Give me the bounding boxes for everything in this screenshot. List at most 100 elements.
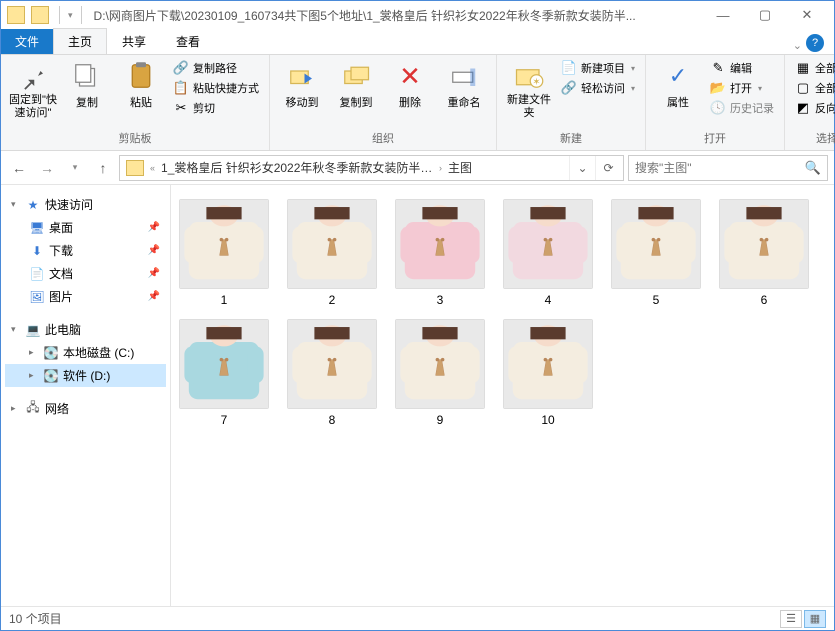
properties-button[interactable]: ✓ 属性 (652, 59, 704, 112)
pin-icon: 📌 (148, 222, 160, 233)
sidebar-item-drive-d[interactable]: ▸💽软件 (D:) (5, 364, 166, 387)
breadcrumb-item[interactable]: 1_裳格皇后 针织衫女2022年秋冬季新款女装防半高领... (157, 159, 437, 176)
group-organize: 移动到 复制到 ✕ 删除 重命名 组织 (270, 55, 497, 150)
search-icon[interactable]: 🔍 (805, 160, 821, 176)
select-all-button[interactable]: ▦全部选择 (791, 59, 835, 77)
qat-dropdown-icon[interactable]: ▾ (68, 10, 73, 21)
rename-button[interactable]: 重命名 (438, 59, 490, 112)
sidebar-item-quick-access[interactable]: ▾★快速访问 (5, 193, 166, 216)
paste-button[interactable]: 粘贴 (115, 59, 167, 112)
forward-button[interactable]: → (35, 156, 59, 180)
minimize-ribbon-icon[interactable]: ⌄ (793, 39, 802, 52)
invert-icon: ◩ (795, 100, 811, 116)
sidebar-item-this-pc[interactable]: ▾💻此电脑 (5, 318, 166, 341)
easy-access-button[interactable]: 🔗轻松访问▾ (557, 79, 639, 97)
pc-icon: 💻 (25, 322, 41, 338)
select-none-button[interactable]: ▢全部取消 (791, 79, 835, 97)
main-area: ▾★快速访问 🖥桌面📌 ⬇下载📌 📄文档📌 🖼图片📌 ▾💻此电脑 ▸💽本地磁盘 … (1, 185, 834, 606)
documents-icon: 📄 (29, 266, 45, 282)
navbar: ← → ▾ ↑ « 1_裳格皇后 针织衫女2022年秋冬季新款女装防半高领...… (1, 151, 834, 185)
tab-view[interactable]: 查看 (161, 28, 215, 54)
file-thumbnail[interactable]: 9 (395, 319, 485, 427)
sidebar-item-desktop[interactable]: 🖥桌面📌 (5, 216, 166, 239)
file-thumbnail[interactable]: 10 (503, 319, 593, 427)
refresh-button[interactable]: ⟳ (595, 156, 621, 180)
copy-icon (72, 61, 102, 91)
copy-path-button[interactable]: 🔗复制路径 (169, 59, 263, 77)
move-to-button[interactable]: 移动到 (276, 59, 328, 112)
group-open: ✓ 属性 ✎编辑 📂打开▾ 🕓历史记录 打开 (646, 55, 785, 150)
chevron-icon[interactable]: › (437, 163, 444, 173)
copy-to-button[interactable]: 复制到 (330, 59, 382, 112)
chevron-icon[interactable]: « (148, 163, 157, 173)
new-folder-button[interactable]: ✶ 新建文件夹 (503, 59, 555, 122)
group-label: 剪贴板 (119, 128, 152, 148)
search-box[interactable]: 🔍 (628, 155, 828, 181)
details-view-button[interactable]: ☰ (780, 610, 802, 628)
sidebar-item-downloads[interactable]: ⬇下载📌 (5, 239, 166, 262)
file-thumbnail[interactable]: 7 (179, 319, 269, 427)
thumbnail-image (719, 199, 809, 289)
new-item-icon: 📄 (561, 60, 577, 76)
file-thumbnail[interactable]: 5 (611, 199, 701, 307)
drive-icon: 💽 (43, 345, 59, 361)
cut-icon: ✂ (173, 100, 189, 116)
edit-button[interactable]: ✎编辑 (706, 59, 778, 77)
file-name: 1 (221, 293, 228, 307)
recent-locations-button[interactable]: ▾ (63, 156, 87, 180)
file-thumbnail[interactable]: 6 (719, 199, 809, 307)
thumbnails-view-button[interactable]: ▦ (804, 610, 826, 628)
tab-file[interactable]: 文件 (1, 29, 53, 54)
file-list[interactable]: 1 2 3 4 (171, 185, 834, 606)
delete-icon: ✕ (395, 61, 425, 91)
back-button[interactable]: ← (7, 156, 31, 180)
file-thumbnail[interactable]: 3 (395, 199, 485, 307)
copyto-icon (341, 61, 371, 91)
group-label: 选择 (816, 128, 835, 148)
sidebar-item-network[interactable]: ▸🖧网络 (5, 397, 166, 420)
edit-icon: ✎ (710, 60, 726, 76)
file-thumbnail[interactable]: 2 (287, 199, 377, 307)
address-bar[interactable]: « 1_裳格皇后 针织衫女2022年秋冬季新款女装防半高领... › 主图 ⌄ … (119, 155, 624, 181)
file-thumbnail[interactable]: 8 (287, 319, 377, 427)
thumbnail-image (395, 319, 485, 409)
address-dropdown-button[interactable]: ⌄ (569, 156, 595, 180)
minimize-button[interactable]: — (702, 1, 744, 29)
up-button[interactable]: ↑ (91, 156, 115, 180)
history-button[interactable]: 🕓历史记录 (706, 99, 778, 117)
file-name: 5 (653, 293, 660, 307)
status-bar: 10 个项目 ☰ ▦ (1, 606, 834, 630)
file-name: 6 (761, 293, 768, 307)
file-thumbnail[interactable]: 1 (179, 199, 269, 307)
file-name: 2 (329, 293, 336, 307)
cut-button[interactable]: ✂剪切 (169, 99, 263, 117)
copy-button[interactable]: 复制 (61, 59, 113, 112)
pin-icon: 📌 (148, 245, 160, 256)
close-button[interactable]: ✕ (786, 1, 828, 29)
new-item-button[interactable]: 📄新建项目▾ (557, 59, 639, 77)
search-input[interactable] (635, 161, 805, 175)
network-icon: 🖧 (25, 401, 41, 417)
quick-access-toolbar: ▾ (7, 6, 86, 24)
history-icon: 🕓 (710, 100, 726, 116)
file-thumbnail[interactable]: 4 (503, 199, 593, 307)
delete-button[interactable]: ✕ 删除 (384, 59, 436, 112)
sidebar-item-drive-c[interactable]: ▸💽本地磁盘 (C:) (5, 341, 166, 364)
titlebar: ▾ D:\网商图片下载\20230109_160734共下图5个地址\1_裳格皇… (1, 1, 834, 29)
paste-shortcut-button[interactable]: 📋粘贴快捷方式 (169, 79, 263, 97)
sidebar-item-documents[interactable]: 📄文档📌 (5, 262, 166, 285)
pictures-icon: 🖼 (29, 289, 45, 305)
desktop-icon: 🖥 (29, 220, 45, 236)
sidebar-item-pictures[interactable]: 🖼图片📌 (5, 285, 166, 308)
invert-selection-button[interactable]: ◩反向选择 (791, 99, 835, 117)
tab-share[interactable]: 共享 (107, 28, 161, 54)
file-name: 8 (329, 413, 336, 427)
pin-quick-access-button[interactable]: 固定到"快速访问" (7, 59, 59, 122)
breadcrumb-item[interactable]: 主图 (444, 159, 476, 176)
group-new: ✶ 新建文件夹 📄新建项目▾ 🔗轻松访问▾ 新建 (497, 55, 646, 150)
help-icon[interactable]: ? (806, 34, 824, 52)
open-icon: 📂 (710, 80, 726, 96)
tab-home[interactable]: 主页 (53, 28, 107, 54)
maximize-button[interactable]: ▢ (744, 1, 786, 29)
open-button[interactable]: 📂打开▾ (706, 79, 778, 97)
